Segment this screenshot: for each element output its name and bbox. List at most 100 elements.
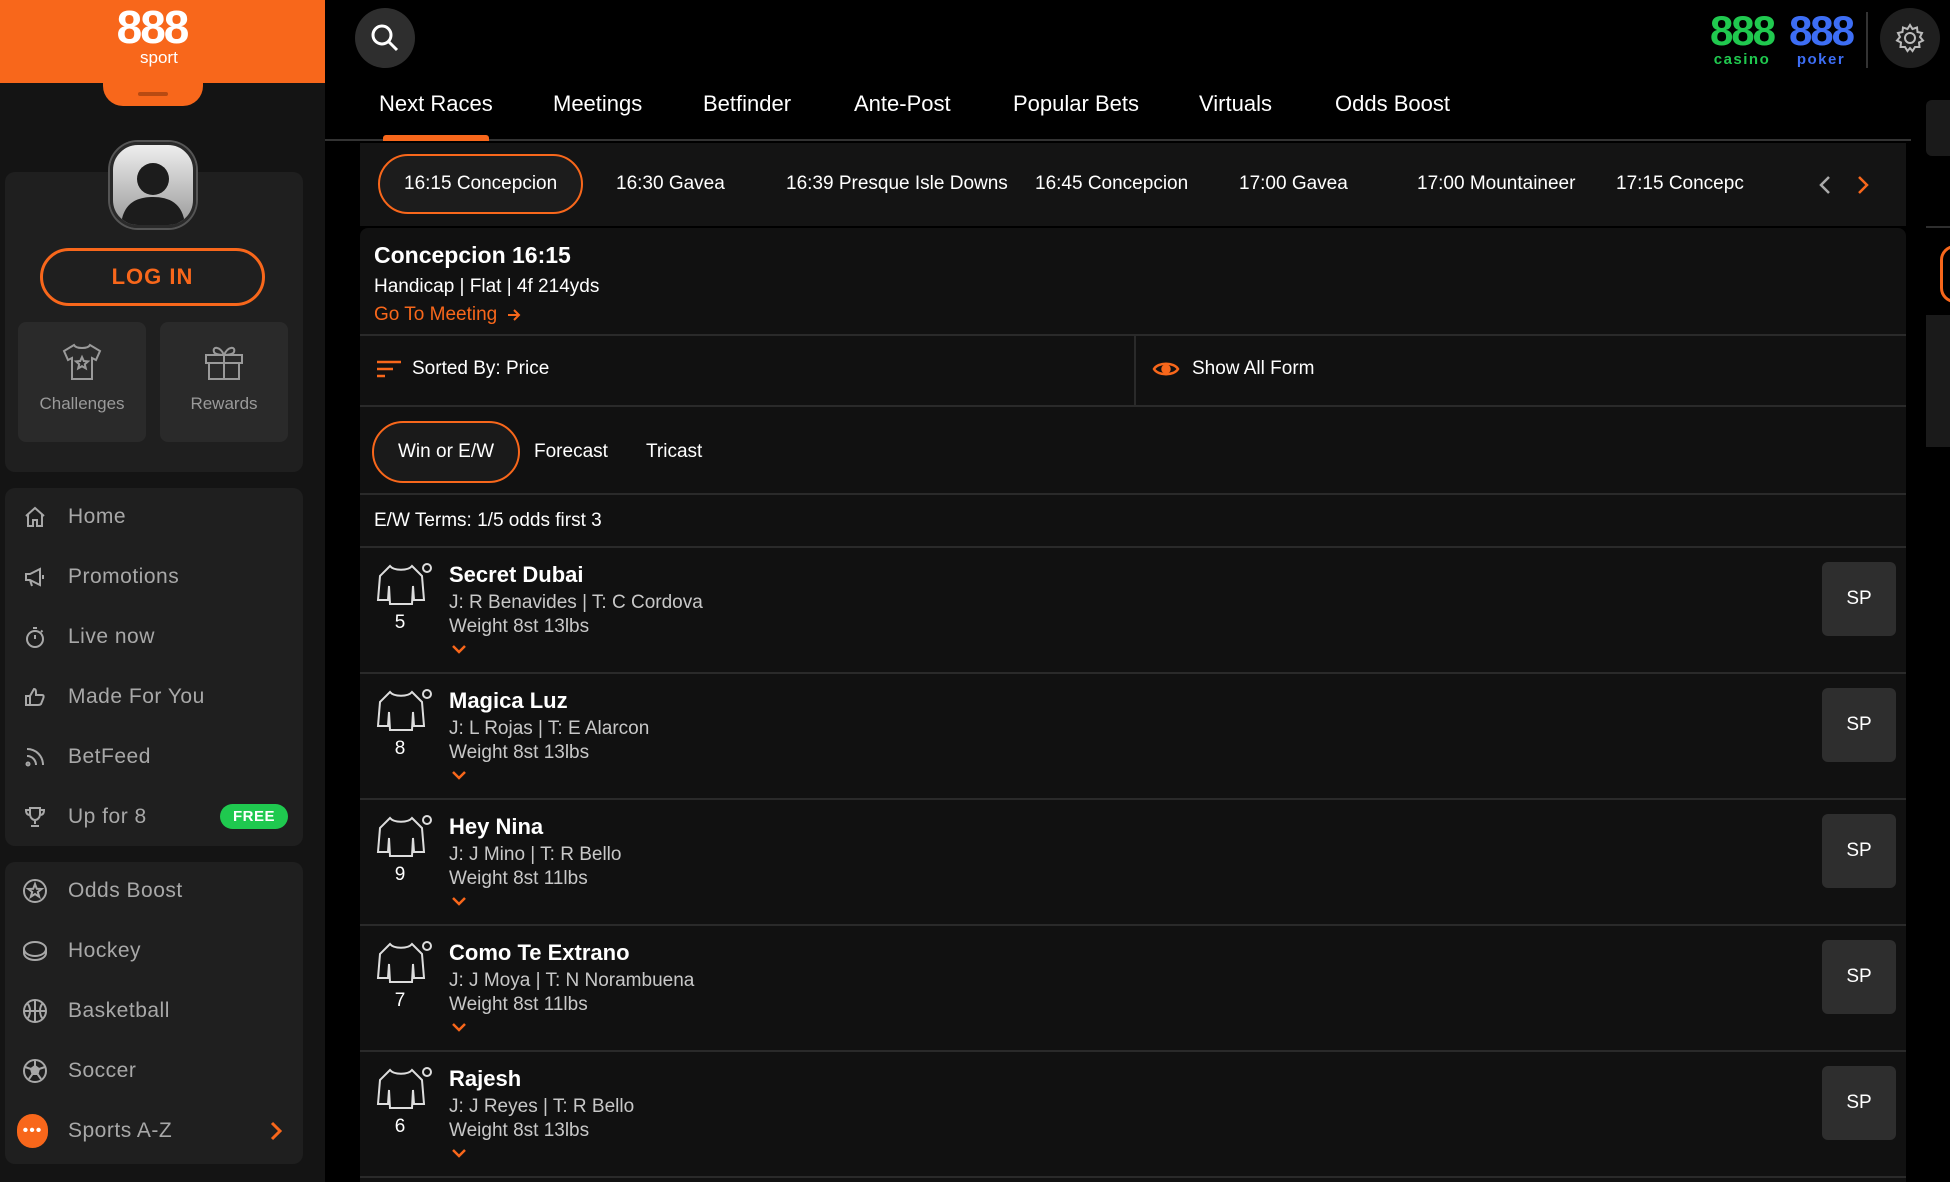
tab-virtuals[interactable]: Virtuals [1199, 91, 1272, 141]
race-chip[interactable]: 17:15 Concepc [1592, 154, 1768, 214]
chevron-left-icon [1819, 176, 1830, 194]
nav-item-hockey[interactable]: Hockey [5, 926, 303, 976]
eye-icon [1152, 362, 1180, 376]
race-chip-label: 16:15 Concepcion [404, 173, 558, 194]
search-icon [371, 24, 399, 52]
thumbs-up-icon [25, 687, 45, 706]
jockey-trainer: J: R Benavides | T: C Cordova [449, 592, 703, 613]
nav-item-home[interactable]: Home [5, 492, 303, 542]
cloth-number: 9 [394, 864, 406, 885]
poker-word: poker [1796, 51, 1846, 68]
rewards-tile[interactable]: Rewards [160, 322, 288, 442]
race-chip[interactable]: 17:00 Mountaineer [1393, 154, 1599, 214]
bet-type-tricast[interactable]: Tricast [622, 421, 726, 483]
jockey-silk-icon [376, 1067, 432, 1109]
settings-button[interactable] [1880, 8, 1940, 68]
odds-boost-icon [23, 879, 47, 903]
cloth-number: 7 [394, 990, 406, 1011]
runner-name: Magica Luz [449, 688, 568, 713]
race-title: Concepcion 16:15 [374, 242, 571, 268]
race-chip-label: 17:00 Gavea [1239, 173, 1348, 194]
bet-type-win-ew[interactable]: Win or E/W [372, 421, 521, 483]
nav-item-made-for-you[interactable]: Made For You [5, 672, 303, 722]
jockey-silk-icon [376, 941, 432, 983]
betslip-toggle[interactable] [1940, 245, 1950, 303]
nav-label-betfeed: BetFeed [68, 745, 151, 768]
jockey-trainer: J: L Rojas | T: E Alarcon [449, 718, 650, 739]
price-button[interactable]: SP [1822, 814, 1896, 888]
nav-label-up-for-8: Up for 8 [68, 805, 147, 828]
tab-popular-bets[interactable]: Popular Bets [1013, 91, 1139, 141]
casino-number: 888 [1709, 7, 1776, 54]
price-button[interactable]: SP [1822, 562, 1896, 636]
chevron-down-icon[interactable] [451, 644, 467, 654]
price-label: SP [1846, 1092, 1872, 1113]
race-chip[interactable]: 17:00 Gavea [1215, 154, 1372, 214]
bet-type-forecast[interactable]: Forecast [510, 421, 632, 483]
chevron-down-icon[interactable] [451, 770, 467, 780]
race-chip[interactable]: 16:30 Gavea [592, 154, 749, 214]
chevron-down-icon[interactable] [451, 1022, 467, 1032]
price-button[interactable]: SP [1822, 940, 1896, 1014]
sort-row: Sorted By: Price Show All Form [360, 336, 1906, 407]
nav-item-betfeed[interactable]: BetFeed [5, 732, 303, 782]
race-header: Concepcion 16:15 Handicap | Flat | 4f 21… [360, 228, 1906, 336]
chevron-right-icon [270, 1121, 283, 1141]
home-icon [25, 506, 45, 527]
tab-next-races[interactable]: Next Races [379, 91, 493, 141]
casino-brand-link[interactable]: 888 casino [1705, 10, 1779, 68]
runner-row: 6 Rajesh J: J Reyes | T: R Bello Weight … [360, 1052, 1906, 1178]
brand-logo[interactable]: 888 sport [0, 0, 325, 83]
sort-control[interactable]: Sorted By: Price [376, 358, 549, 380]
price-label: SP [1846, 714, 1872, 735]
casino-word: casino [1713, 51, 1771, 68]
price-button[interactable]: SP [1822, 1066, 1896, 1140]
chevron-right-icon [1858, 176, 1869, 194]
race-chip[interactable]: 16:45 Concepcion [1011, 154, 1212, 214]
runner-name: Secret Dubai [449, 562, 584, 587]
bet-type-label: Win or E/W [398, 441, 495, 462]
edge-divider [1926, 226, 1950, 228]
strip-fade [1776, 143, 1906, 226]
betslip-edge[interactable] [1926, 100, 1950, 156]
tab-odds-boost[interactable]: Odds Boost [1335, 91, 1450, 141]
poker-brand-link[interactable]: 888 poker [1784, 10, 1858, 68]
chevron-down-icon[interactable] [451, 1148, 467, 1158]
tab-label: Popular Bets [1013, 91, 1139, 116]
go-to-meeting-link[interactable]: Go To Meeting [374, 304, 521, 326]
runner-weight: Weight 8st 11lbs [449, 994, 588, 1015]
race-chip[interactable]: 16:39 Presque Isle Downs [762, 154, 1032, 214]
race-chip[interactable]: 16:15 Concepcion [378, 154, 584, 214]
sort-label: Sorted By: Price [412, 358, 550, 379]
scroll-right-button[interactable] [1850, 171, 1876, 199]
nav-label-live-now: Live now [68, 625, 155, 648]
tab-ante-post[interactable]: Ante-Post [854, 91, 951, 141]
nav-item-sports-a-z[interactable]: ••• Sports A-Z [5, 1106, 303, 1156]
nav-item-promotions[interactable]: Promotions [5, 552, 303, 602]
runner-weight: Weight 8st 13lbs [449, 742, 590, 763]
nav-item-live-now[interactable]: Live now [5, 612, 303, 662]
show-all-form-toggle[interactable]: Show All Form [1152, 358, 1314, 380]
nav-label-odds-boost: Odds Boost [68, 879, 183, 902]
shirt-star-icon [62, 343, 102, 380]
show-all-form-label: Show All Form [1192, 358, 1315, 379]
search-button[interactable] [355, 8, 415, 68]
challenges-tile[interactable]: Challenges [18, 322, 146, 442]
nav-item-up-for-8[interactable]: Up for 8 FREE [5, 792, 303, 842]
nav-item-soccer[interactable]: Soccer [5, 1046, 303, 1096]
price-button[interactable]: SP [1822, 688, 1896, 762]
nav-item-odds-boost[interactable]: Odds Boost [5, 866, 303, 916]
user-silhouette-icon [121, 163, 185, 225]
race-chip-label: 16:30 Gavea [616, 173, 725, 194]
tab-meetings[interactable]: Meetings [553, 91, 642, 141]
arrow-right-icon [507, 309, 520, 321]
trophy-icon [24, 807, 46, 827]
runner-name: Como Te Extrano [449, 940, 630, 965]
nav-label-made-for-you: Made For You [68, 685, 205, 708]
race-card: Concepcion 16:15 Handicap | Flat | 4f 21… [360, 228, 1906, 1182]
scroll-left-button[interactable] [1812, 171, 1838, 199]
nav-item-basketball[interactable]: Basketball [5, 986, 303, 1036]
chevron-down-icon[interactable] [451, 896, 467, 906]
login-button[interactable]: LOG IN [40, 248, 265, 306]
tab-betfinder[interactable]: Betfinder [703, 91, 791, 141]
